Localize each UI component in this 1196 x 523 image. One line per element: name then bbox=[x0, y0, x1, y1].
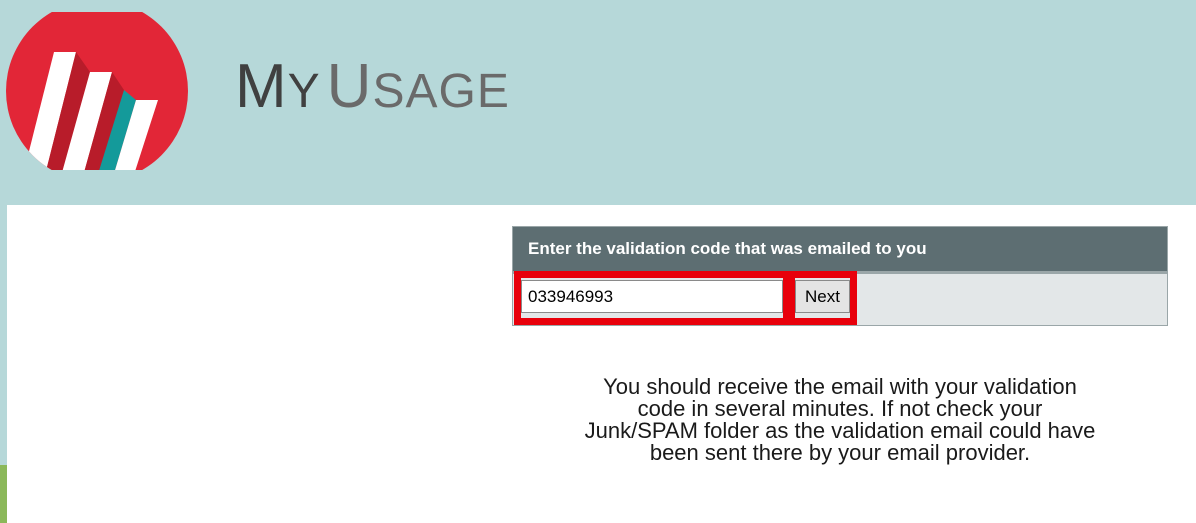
brand-usage-rest: SAGE bbox=[372, 65, 510, 118]
info-line-1: You should receive the email with your v… bbox=[603, 374, 1077, 399]
brand-my-cap: M bbox=[235, 52, 288, 121]
left-edge-accent bbox=[0, 465, 7, 523]
info-line-3: Junk/SPAM folder as the validation email… bbox=[584, 418, 1096, 443]
brand-title: M Y U SAGE bbox=[235, 56, 510, 136]
info-line-2: code in several minutes. If not check yo… bbox=[637, 396, 1043, 421]
brand-usage-cap: U bbox=[326, 52, 373, 121]
brand-my-rest: Y bbox=[287, 65, 321, 118]
info-line-4: been sent there by your email provider. bbox=[649, 440, 1031, 465]
next-button[interactable]: Next bbox=[795, 280, 850, 313]
validation-code-input[interactable] bbox=[521, 280, 783, 313]
myusage-logo-icon bbox=[6, 12, 188, 170]
validation-panel-title: Enter the validation code that was email… bbox=[513, 227, 1167, 274]
info-message: You should receive the email with your v… bbox=[512, 376, 1168, 464]
